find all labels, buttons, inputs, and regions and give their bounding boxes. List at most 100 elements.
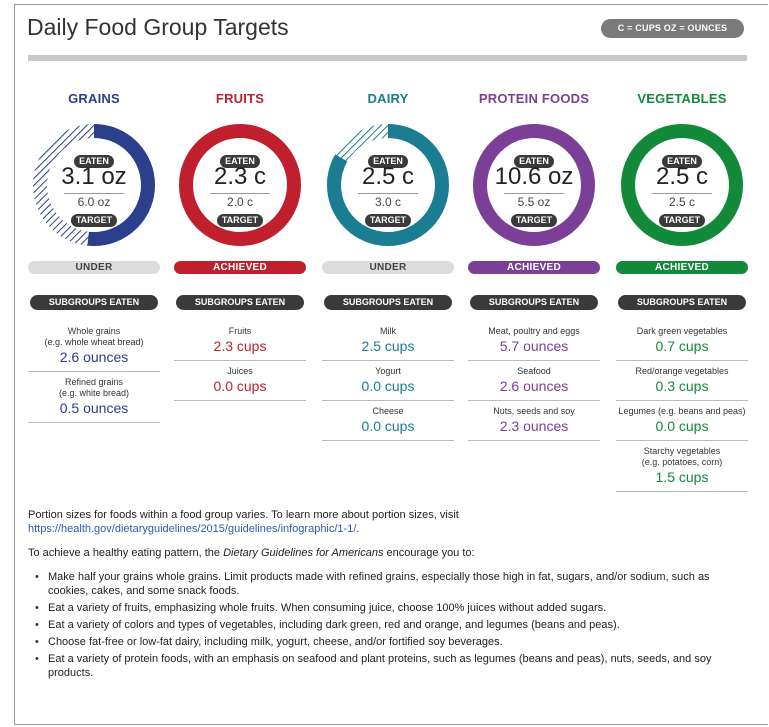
target-amount: 2.0 c [226, 195, 253, 209]
subgroup-value: 0.0 cups [361, 378, 415, 394]
subgroup-item: Fruits 2.3 cups [174, 326, 306, 361]
subgroup-value: 0.0 cups [655, 418, 709, 434]
subgroup-label: Seafood [517, 366, 551, 376]
ring-readout: EATEN 3.1 oz 6.0 oz TARGET [32, 123, 156, 247]
eaten-amount: 2.5 c [361, 163, 415, 190]
subgroup-list: Fruits 2.3 cups Juices 0.0 cups [174, 326, 306, 401]
guidelines-list: Make half your grains whole grains. Limi… [28, 570, 748, 680]
food-group-4: VEGETABLES EATEN 2.5 c 2.5 c TARGET ACHIEVED S… [616, 91, 748, 492]
subgroup-label: Fruits [228, 326, 252, 336]
food-group-name: VEGETABLES [637, 91, 727, 106]
target-label-wrap: TARGET [326, 210, 450, 228]
subgroup-label: Refined grains (e.g. white bread) [58, 377, 130, 398]
subgroup-label: Meat, poultry and eggs [488, 326, 580, 336]
subgroup-value: 0.7 cups [655, 338, 709, 354]
amount-divider [64, 193, 124, 194]
subgroup-value: 2.6 ounces [499, 378, 569, 394]
ring-readout: EATEN 2.5 c 3.0 c TARGET [326, 123, 450, 247]
subgroups-header: SUBGROUPS EATEN [324, 295, 452, 310]
subgroup-label: Legumes (e.g. beans and peas) [618, 406, 746, 416]
subgroup-item: Starchy vegetables (e.g. potatoes, corn)… [616, 441, 748, 492]
subgroup-value: 5.7 ounces [499, 338, 569, 354]
progress-ring: EATEN 10.6 oz 5.5 oz TARGET [472, 123, 596, 247]
eaten-amount: 2.5 c [655, 163, 709, 190]
subgroup-label: Starchy vegetables (e.g. potatoes, corn) [641, 446, 723, 467]
subgroup-value: 0.3 cups [655, 378, 709, 394]
progress-ring: EATEN 2.5 c 2.5 c TARGET [620, 123, 744, 247]
subgroup-item: Legumes (e.g. beans and peas) 0.0 cups [616, 401, 748, 441]
subgroup-value: 2.5 cups [361, 338, 415, 354]
subgroups-header: SUBGROUPS EATEN [618, 295, 746, 310]
status-badge: ACHIEVED [174, 261, 306, 274]
units-legend-badge: C = CUPS OZ = OUNCES [601, 19, 744, 38]
subgroup-label: Nuts, seeds and soy [493, 406, 575, 416]
target-amount: 3.0 c [374, 195, 401, 209]
guideline-item: Choose fat-free or low-fat dairy, includ… [28, 635, 748, 649]
status-badge: ACHIEVED [468, 261, 600, 274]
ring-readout: EATEN 2.3 c 2.0 c TARGET [178, 123, 302, 247]
status-badge: ACHIEVED [616, 261, 748, 274]
target-amount: 2.5 c [668, 195, 695, 209]
guidelines-title: Dietary Guidelines for Americans [223, 547, 384, 559]
subgroup-value: 0.0 cups [213, 378, 267, 394]
subgroup-label: Yogurt [375, 366, 401, 376]
guideline-item: Eat a variety of protein foods, with an … [28, 652, 748, 680]
subgroup-item: Seafood 2.6 ounces [468, 361, 600, 401]
subgroup-label: Dark green vegetables [636, 326, 728, 336]
target-amount: 5.5 oz [517, 195, 551, 209]
guideline-item: Eat a variety of colors and types of veg… [28, 618, 748, 632]
subgroup-item: Red/orange vegetables 0.3 cups [616, 361, 748, 401]
subgroup-item: Yogurt 0.0 cups [322, 361, 454, 401]
target-label: TARGET [658, 214, 706, 227]
amount-divider [504, 193, 564, 194]
food-group-2: DAIRY EATEN 2.5 c 3.0 c TARGET UNDER SUBGROUPS… [322, 91, 454, 441]
subgroup-value: 2.3 ounces [499, 418, 569, 434]
subgroup-label: Cheese [372, 406, 404, 416]
portion-notes: Portion sizes for foods within a food gr… [28, 508, 748, 683]
eaten-amount: 2.3 c [213, 163, 267, 190]
subgroup-item: Cheese 0.0 cups [322, 401, 454, 441]
subgroup-item: Nuts, seeds and soy 2.3 ounces [468, 401, 600, 441]
portion-link[interactable]: https://health.gov/dietaryguidelines/201… [28, 523, 356, 535]
subgroup-value: 0.5 ounces [59, 400, 129, 416]
subgroup-list: Milk 2.5 cups Yogurt 0.0 cups Cheese 0.0 cups [322, 326, 454, 441]
intro-text: To achieve a healthy eating pattern, the [28, 547, 224, 559]
subgroup-item: Milk 2.5 cups [322, 326, 454, 361]
target-amount: 6.0 oz [77, 195, 111, 209]
subgroup-label: Red/orange vegetables [635, 366, 729, 376]
title-divider [28, 55, 747, 61]
progress-ring: EATEN 3.1 oz 6.0 oz TARGET [32, 123, 156, 247]
subgroup-item: Whole grains (e.g. whole wheat bread) 2.6… [28, 326, 160, 372]
eaten-amount: 3.1 oz [61, 163, 127, 190]
food-group-name: GRAINS [68, 91, 120, 106]
portion-link-suffix: . [356, 523, 360, 535]
guideline-item: Make half your grains whole grains. Limi… [28, 570, 748, 598]
subgroup-list: Whole grains (e.g. whole wheat bread) 2.6… [28, 326, 160, 423]
target-label-wrap: TARGET [32, 210, 156, 228]
food-group-0: GRAINS EATEN 3.1 oz 6.0 oz TARGET UNDER SUBGRO… [28, 91, 160, 423]
ring-readout: EATEN 10.6 oz 5.5 oz TARGET [472, 123, 596, 247]
food-group-name: PROTEIN FOODS [478, 91, 590, 106]
ring-readout: EATEN 2.5 c 2.5 c TARGET [620, 123, 744, 247]
target-label: TARGET [70, 214, 118, 227]
target-label: TARGET [364, 214, 412, 227]
food-group-3: PROTEIN FOODS EATEN 10.6 oz 5.5 oz TARGET ACH… [468, 91, 600, 441]
amount-divider [358, 193, 418, 194]
subgroup-list: Meat, poultry and eggs 5.7 ounces Seafood 2… [468, 326, 600, 441]
progress-ring: EATEN 2.3 c 2.0 c TARGET [178, 123, 302, 247]
target-label: TARGET [216, 214, 264, 227]
subgroup-list: Dark green vegetables 0.7 cups Red/orange … [616, 326, 748, 492]
target-label: TARGET [510, 214, 558, 227]
subgroup-label: Milk [380, 326, 396, 336]
subgroup-label: Juices [227, 366, 253, 376]
food-group-1: FRUITS EATEN 2.3 c 2.0 c TARGET ACHIEVED SUBGR… [174, 91, 306, 401]
target-label-wrap: TARGET [472, 210, 596, 228]
subgroup-value: 0.0 cups [361, 418, 415, 434]
page-title: Daily Food Group Targets [27, 14, 289, 40]
portion-text: Portion sizes for foods within a food gr… [28, 509, 459, 521]
subgroup-item: Juices 0.0 cups [174, 361, 306, 401]
subgroups-header: SUBGROUPS EATEN [470, 295, 598, 310]
food-group-name: DAIRY [367, 91, 409, 106]
subgroup-item: Meat, poultry and eggs 5.7 ounces [468, 326, 600, 361]
status-badge: UNDER [28, 261, 160, 274]
